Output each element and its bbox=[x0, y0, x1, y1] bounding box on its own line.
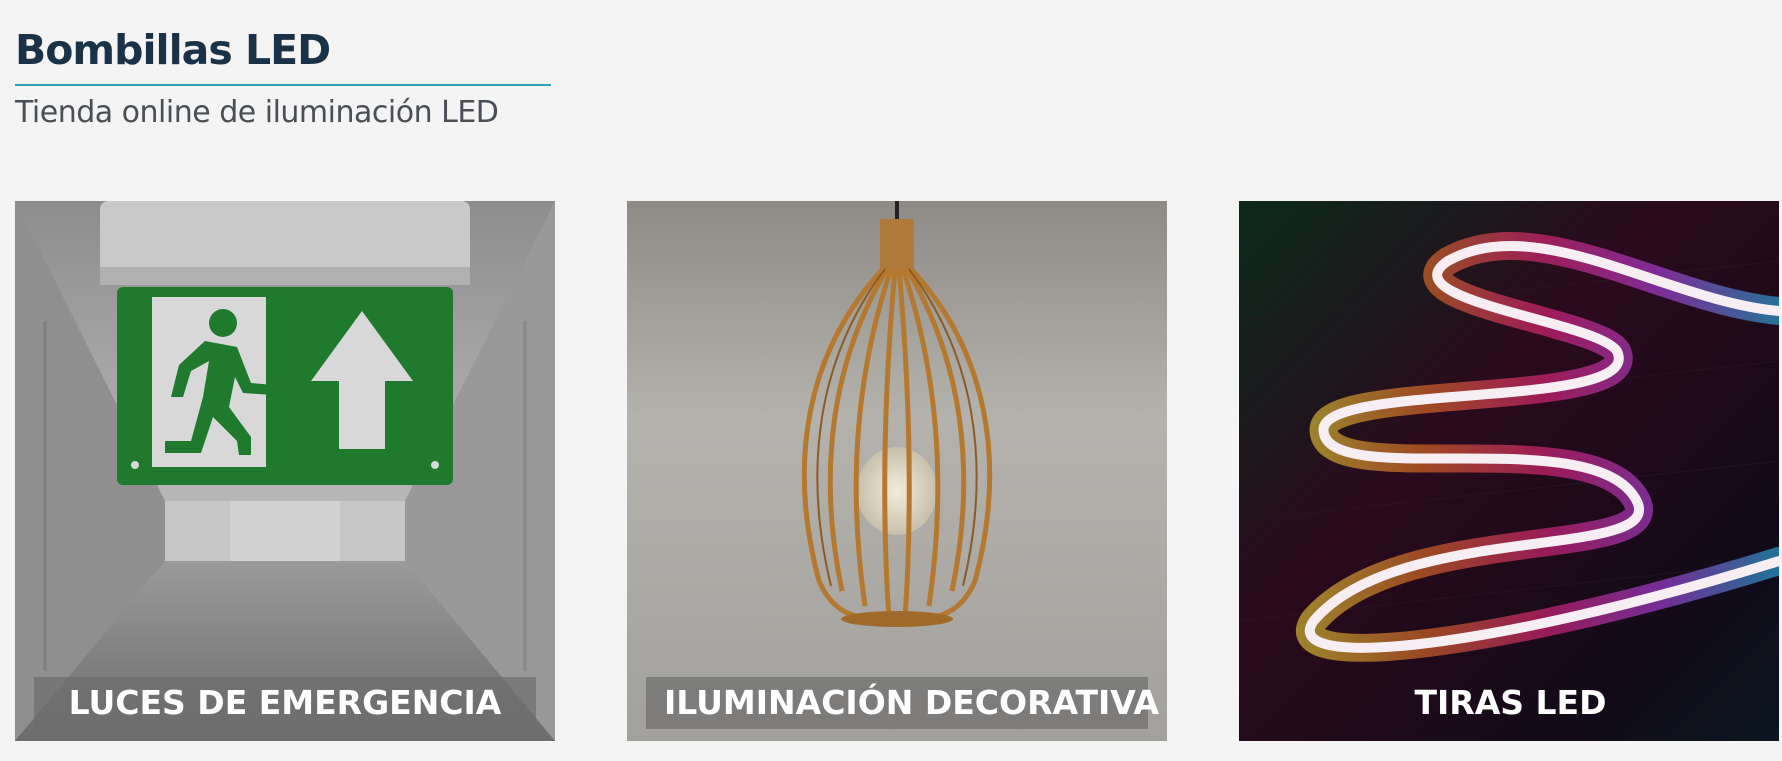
category-card-emergency-lights[interactable]: LUCES DE EMERGENCIA bbox=[15, 201, 555, 741]
page-subtitle: Tienda online de iluminación LED bbox=[15, 95, 499, 130]
rgb-led-strip-image bbox=[1239, 201, 1779, 741]
category-label: LUCES DE EMERGENCIA bbox=[34, 677, 536, 729]
emergency-exit-sign-image bbox=[15, 201, 555, 741]
title-underline bbox=[15, 84, 551, 86]
page-header: Bombillas LED Tienda online de iluminaci… bbox=[15, 22, 551, 132]
category-card-led-strips[interactable]: TIRAS LED bbox=[1239, 201, 1782, 741]
category-label: TIRAS LED bbox=[1414, 683, 1607, 722]
category-card-decorative-lighting[interactable]: ILUMINACIÓN DECORATIVA bbox=[627, 201, 1167, 741]
wicker-pendant-lamp-image bbox=[627, 201, 1167, 741]
category-grid: LUCES DE EMERGENCIA ILUMINACIÓN DECORATI… bbox=[15, 201, 1782, 741]
category-label: ILUMINACIÓN DECORATIVA bbox=[646, 677, 1159, 729]
page-title: Bombillas LED bbox=[15, 26, 331, 74]
